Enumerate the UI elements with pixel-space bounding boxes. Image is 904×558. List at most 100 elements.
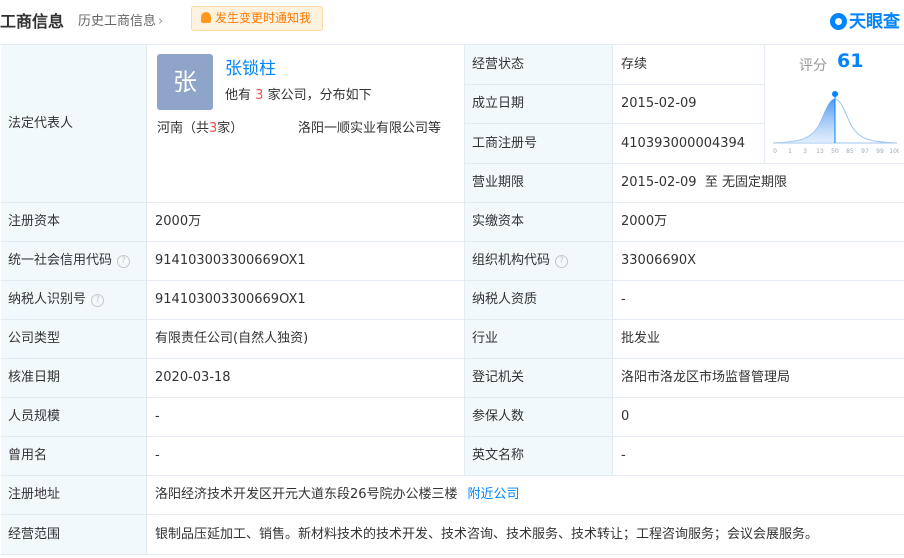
legal-rep-company[interactable]: 洛阳一顺实业有限公司等 bbox=[298, 121, 441, 137]
row-6-label-left-cell: 曾用名 bbox=[1, 437, 147, 476]
row-2-label-left-cell: 纳税人识别号? bbox=[1, 281, 147, 320]
row-4-value-left: 2020-03-18 bbox=[155, 370, 231, 385]
term-label: 营业期限 bbox=[472, 175, 525, 190]
score-tick-label: 50 bbox=[831, 148, 839, 155]
row-0-value-left: 2000万 bbox=[155, 214, 202, 229]
companies-count[interactable]: 3 bbox=[255, 88, 263, 103]
score-tick-labels: 0 1 3 13 50 85 97 99 100 bbox=[773, 148, 899, 155]
row-1-value-right: 33006690X bbox=[621, 253, 697, 268]
chevron-right-icon: › bbox=[158, 14, 164, 29]
row-4-value-right-cell: 洛阳市洛龙区市场监督管理局 bbox=[613, 359, 904, 398]
row-5-label-right: 参保人数 bbox=[472, 409, 525, 424]
term-label-cell: 营业期限 bbox=[465, 164, 613, 203]
scope-label: 经营范围 bbox=[8, 526, 61, 542]
history-link[interactable]: 历史工商信息 › bbox=[78, 10, 163, 29]
founded-value-cell: 2015-02-09 bbox=[613, 85, 765, 124]
score-tick-label: 100 bbox=[889, 148, 899, 155]
notify-button-label: 发生变更时通知我 bbox=[215, 11, 312, 25]
row-6-value-right: - bbox=[621, 448, 626, 463]
business-info-table: 法定代表人 张 张锁柱 他有 3 家公司，分布如下 河南（共3家） 洛阳一顺实业… bbox=[0, 44, 904, 555]
row-0-value-left-cell: 2000万 bbox=[147, 203, 465, 242]
companies-prefix: 他有 bbox=[225, 88, 252, 103]
row-4-label-left: 核准日期 bbox=[8, 370, 61, 385]
address-value: 洛阳经济技术开发区开元大道东段26号院办公楼三楼 bbox=[155, 487, 458, 502]
row-4-label-right-cell: 登记机关 bbox=[465, 359, 613, 398]
row-4-label-left-cell: 核准日期 bbox=[1, 359, 147, 398]
row-1-label-right: 组织机构代码 bbox=[472, 253, 551, 268]
legal-rep-area[interactable]: 河南（共3家） bbox=[157, 121, 243, 137]
help-icon[interactable]: ? bbox=[91, 293, 105, 307]
score-tick-label: 0 bbox=[773, 148, 777, 155]
scope-label-cell: 经营范围 bbox=[1, 515, 147, 555]
reg-no-label: 工商注册号 bbox=[472, 135, 538, 151]
row-0-value-right: 2000万 bbox=[621, 214, 668, 229]
score-tick-label: 97 bbox=[861, 148, 869, 155]
row-2-value-right-cell: - bbox=[613, 281, 904, 320]
score-marker-dot bbox=[832, 91, 838, 97]
row-6-value-right-cell: - bbox=[613, 437, 904, 476]
address-label: 注册地址 bbox=[8, 487, 61, 502]
brand-logo: 天眼查 bbox=[830, 7, 900, 32]
score-panel[interactable]: 评分 61 0 1 3 13 50 85 97 99 100 bbox=[765, 45, 904, 164]
row-1-label-right-cell: 组织机构代码? bbox=[465, 242, 613, 281]
term-value-cell: 2015-02-09 至 无固定期限 bbox=[613, 164, 904, 203]
help-icon[interactable]: ? bbox=[555, 254, 569, 268]
row-6-value-left-cell: - bbox=[147, 437, 465, 476]
row-4-label-right: 登记机关 bbox=[472, 370, 525, 385]
legal-rep-name[interactable]: 张锁柱 bbox=[225, 61, 276, 78]
area-prefix: 河南（共 bbox=[157, 121, 210, 136]
row-5-value-right-cell: 0 bbox=[613, 398, 904, 437]
score-tick-label: 1 bbox=[788, 148, 792, 155]
row-1-value-right-cell: 33006690X bbox=[613, 242, 904, 281]
avatar[interactable]: 张 bbox=[157, 54, 213, 110]
row-2-value-right: - bbox=[621, 292, 626, 307]
area-suffix: 家） bbox=[217, 121, 244, 136]
score-tick-label: 85 bbox=[846, 148, 854, 155]
bell-icon bbox=[201, 12, 211, 23]
row-2-value-left: 914103003300669OX1 bbox=[155, 292, 306, 307]
help-icon[interactable]: ? bbox=[117, 254, 131, 268]
companies-suffix: 家公司，分布如下 bbox=[267, 88, 372, 103]
row-2-value-left-cell: 914103003300669OX1 bbox=[147, 281, 465, 320]
section-header: 工商信息 历史工商信息 › 发生变更时通知我 天眼查 bbox=[0, 0, 904, 40]
row-3-label-right: 行业 bbox=[472, 331, 499, 346]
legal-rep-label-cell: 法定代表人 bbox=[1, 45, 147, 203]
legal-rep-label: 法定代表人 bbox=[8, 115, 74, 131]
row-6-label-right: 英文名称 bbox=[472, 448, 525, 463]
notify-button[interactable]: 发生变更时通知我 bbox=[191, 6, 323, 31]
scope-value: 银制品压延加工、销售。新材料技术的技术开发、技术咨询、技术服务、技术转让；工程咨… bbox=[155, 526, 819, 542]
row-0-label-left: 注册资本 bbox=[8, 214, 61, 229]
score-tick-label: 3 bbox=[803, 148, 807, 155]
row-2-label-right: 纳税人资质 bbox=[472, 292, 538, 307]
row-4-value-left-cell: 2020-03-18 bbox=[147, 359, 465, 398]
row-3-value-right: 批发业 bbox=[621, 331, 661, 346]
history-link-label: 历史工商信息 bbox=[78, 14, 157, 29]
address-label-cell: 注册地址 bbox=[1, 476, 147, 515]
row-1-label-left-cell: 统一社会信用代码? bbox=[1, 242, 147, 281]
nearby-companies-link[interactable]: 附近公司 bbox=[468, 487, 520, 503]
row-3-label-left-cell: 公司类型 bbox=[1, 320, 147, 359]
row-2-label-right-cell: 纳税人资质 bbox=[465, 281, 613, 320]
row-1-value-left: 914103003300669OX1 bbox=[155, 253, 306, 268]
legal-rep-companies: 他有 3 家公司，分布如下 bbox=[225, 88, 372, 104]
scope-value-cell: 银制品压延加工、销售。新材料技术的技术开发、技术咨询、技术服务、技术转让；工程咨… bbox=[147, 515, 904, 555]
status-value: 存续 bbox=[621, 56, 648, 72]
logo-text: 天眼查 bbox=[849, 12, 900, 32]
section-title: 工商信息 bbox=[0, 12, 65, 31]
row-2-label-left: 纳税人识别号 bbox=[8, 292, 87, 307]
founded-value: 2015-02-09 bbox=[621, 96, 697, 111]
row-3-label-left: 公司类型 bbox=[8, 331, 61, 346]
row-3-value-right-cell: 批发业 bbox=[613, 320, 904, 359]
row-0-label-right-cell: 实缴资本 bbox=[465, 203, 613, 242]
score-label: 评分 bbox=[799, 58, 827, 74]
logo-icon bbox=[830, 13, 847, 30]
row-5-value-left: - bbox=[155, 409, 160, 424]
score-tick-label: 99 bbox=[876, 148, 884, 155]
row-1-label-left: 统一社会信用代码 bbox=[8, 253, 113, 268]
legal-rep-cell: 张 张锁柱 他有 3 家公司，分布如下 河南（共3家） 洛阳一顺实业有限公司等 bbox=[147, 45, 465, 203]
score-distribution-chart: 0 1 3 13 50 85 97 99 100 bbox=[772, 91, 899, 155]
row-5-value-left-cell: - bbox=[147, 398, 465, 437]
row-6-label-right-cell: 英文名称 bbox=[465, 437, 613, 476]
founded-label: 成立日期 bbox=[472, 96, 525, 111]
row-6-value-left: - bbox=[155, 448, 160, 463]
